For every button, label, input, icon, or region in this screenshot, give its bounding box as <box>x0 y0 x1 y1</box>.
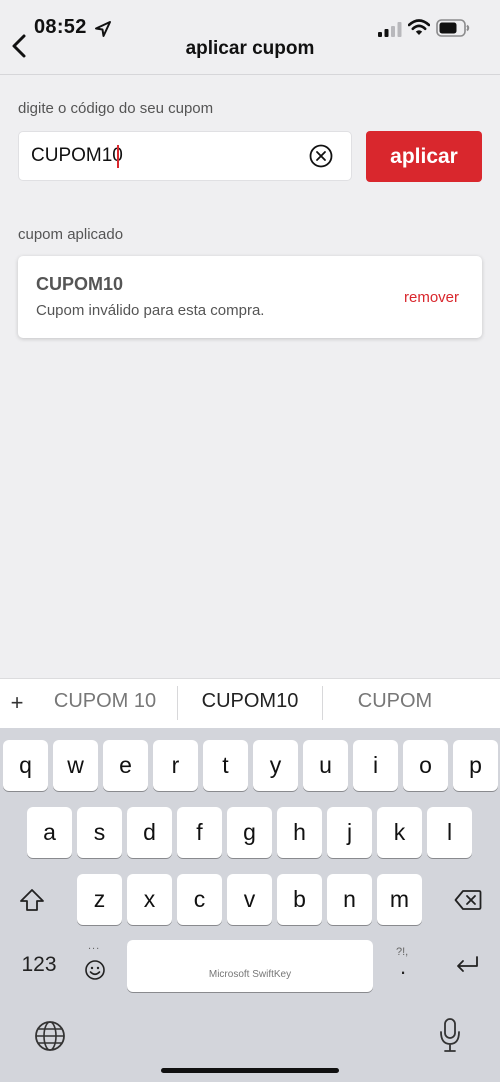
coupon-input-box[interactable] <box>18 131 352 181</box>
backspace-key[interactable] <box>442 874 494 925</box>
globe-key[interactable] <box>30 1016 70 1056</box>
key-p[interactable]: p <box>453 740 498 791</box>
text-cursor <box>117 145 119 168</box>
page-title: aplicar cupom <box>185 38 315 59</box>
numbers-key[interactable]: 123 <box>10 940 68 990</box>
location-arrow-icon <box>95 21 111 37</box>
coupon-code-input[interactable] <box>31 132 291 180</box>
period-label: . <box>400 954 407 979</box>
suggestion-item[interactable]: CUPOM <box>322 690 468 716</box>
key-h[interactable]: h <box>277 807 322 858</box>
key-r[interactable]: r <box>153 740 198 791</box>
key-q[interactable]: q <box>3 740 48 791</box>
emoji-icon <box>85 960 105 980</box>
key-c[interactable]: c <box>177 874 222 925</box>
microphone-icon <box>440 1018 460 1052</box>
emoji-key[interactable]: ... <box>76 940 114 990</box>
backspace-icon <box>454 889 482 910</box>
circle-x-icon <box>309 144 333 168</box>
clear-input-button[interactable] <box>308 143 334 169</box>
apply-coupon-button[interactable]: aplicar <box>366 131 482 182</box>
return-key[interactable] <box>440 940 494 990</box>
coupon-error-message: Cupom inválido para esta compra. <box>36 302 265 319</box>
key-w[interactable]: w <box>53 740 98 791</box>
key-i[interactable]: i <box>353 740 398 791</box>
punctuation-key[interactable]: ?!, . <box>388 940 422 990</box>
key-l[interactable]: l <box>427 807 472 858</box>
wifi-icon <box>408 19 430 35</box>
toolbar-expand-button[interactable]: + <box>8 690 26 715</box>
key-o[interactable]: o <box>403 740 448 791</box>
globe-icon <box>35 1021 65 1051</box>
battery-icon <box>436 19 470 37</box>
coupon-input-label: digite o código do seu cupom <box>18 100 214 117</box>
key-a[interactable]: a <box>27 807 72 858</box>
microphone-key[interactable] <box>432 1014 468 1056</box>
key-u[interactable]: u <box>303 740 348 791</box>
shift-key[interactable] <box>6 874 58 925</box>
key-m[interactable]: m <box>377 874 422 925</box>
key-z[interactable]: z <box>77 874 122 925</box>
remove-coupon-button[interactable]: remover <box>404 289 459 306</box>
key-k[interactable]: k <box>377 807 422 858</box>
key-e[interactable]: e <box>103 740 148 791</box>
return-icon <box>457 956 478 972</box>
key-b[interactable]: b <box>277 874 322 925</box>
key-g[interactable]: g <box>227 807 272 858</box>
shift-icon <box>20 888 44 911</box>
key-y[interactable]: y <box>253 740 298 791</box>
key-x[interactable]: x <box>127 874 172 925</box>
cellular-signal-icon <box>378 22 402 37</box>
key-j[interactable]: j <box>327 807 372 858</box>
header-divider <box>0 74 500 75</box>
key-s[interactable]: s <box>77 807 122 858</box>
space-key[interactable]: Microsoft SwiftKey <box>127 940 373 992</box>
key-t[interactable]: t <box>203 740 248 791</box>
suggestion-item[interactable]: CUPOM 10 <box>32 690 178 716</box>
key-v[interactable]: v <box>227 874 272 925</box>
applied-coupon-code: CUPOM10 <box>36 274 124 294</box>
key-f[interactable]: f <box>177 807 222 858</box>
applied-coupon-label: cupom aplicado <box>18 226 124 243</box>
suggestion-item[interactable]: CUPOM10 <box>178 690 322 716</box>
status-time: 08:52 <box>34 16 87 38</box>
home-indicator[interactable] <box>161 1068 339 1073</box>
key-d[interactable]: d <box>127 807 172 858</box>
key-n[interactable]: n <box>327 874 372 925</box>
emoji-hint: ... <box>88 940 101 952</box>
